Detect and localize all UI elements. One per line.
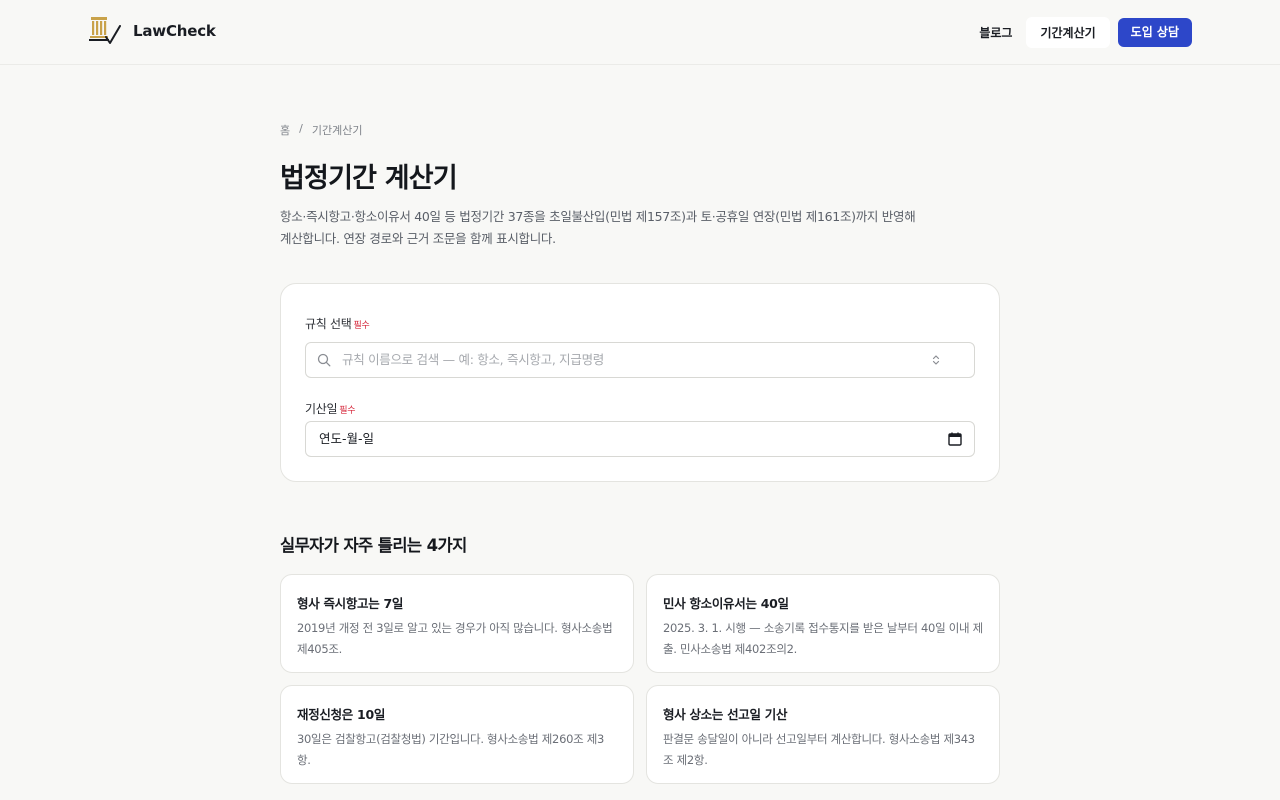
tip-card-body: 2025. 3. 1. 시행 — 소송기록 접수통지를 받은 날부터 40일 이… xyxy=(663,621,983,656)
page-title: 법정기간 계산기 xyxy=(280,163,458,194)
search-icon xyxy=(317,353,331,367)
nav-blog-link[interactable]: 블로그 xyxy=(965,17,1026,48)
rule-label-text: 규칙 선택 xyxy=(305,317,352,331)
start-date-value: 연도-월-일 xyxy=(319,431,375,446)
tip-card-title: 민사 항소이유서는 40일 xyxy=(663,596,789,611)
logo-text: LawCheck xyxy=(133,22,216,40)
tip-card-body: 2019년 개정 전 3일로 알고 있는 경우가 아직 많습니다. 형사소송법 … xyxy=(297,621,613,656)
rule-required-badge: 필수 xyxy=(353,321,370,331)
site-header: LawCheck 블로그 기간계산기 도입 상담 xyxy=(0,0,1280,65)
courthouse-check-icon xyxy=(89,17,121,44)
nav-calculator-link[interactable]: 기간계산기 xyxy=(1026,17,1110,48)
rule-select[interactable]: 규칙 이름으로 검색 — 예: 항소, 즉시항고, 지급명령 xyxy=(305,342,975,378)
start-date-input[interactable]: 연도-월-일 xyxy=(305,421,975,457)
tip-card-title: 형사 상소는 선고일 기산 xyxy=(663,707,788,722)
start-date-required-badge: 필수 xyxy=(339,406,356,416)
start-date-label-text: 기산일 xyxy=(305,402,338,416)
breadcrumb-separator: / xyxy=(299,122,303,135)
tip-card-title: 재정신청은 10일 xyxy=(297,707,386,722)
start-date-field-label: 기산일 필수 xyxy=(305,400,356,417)
logo[interactable]: LawCheck xyxy=(89,16,216,46)
breadcrumb-current: 기간계산기 xyxy=(311,124,363,137)
tip-card-body: 판결문 송달일이 아니라 선고일부터 계산합니다. 형사소송법 제343조 제2… xyxy=(663,732,975,767)
page-description: 항소·즉시항고·항소이유서 40일 등 법정기간 37종을 초일불산입(민법 제… xyxy=(280,209,916,246)
tip-card-title: 형사 즉시항고는 7일 xyxy=(297,596,404,611)
tip-card: 형사 상소는 선고일 기산 판결문 송달일이 아니라 선고일부터 계산합니다. … xyxy=(646,685,1000,784)
calendar-icon[interactable] xyxy=(948,432,962,446)
tip-card: 형사 즉시항고는 7일 2019년 개정 전 3일로 알고 있는 경우가 아직 … xyxy=(280,574,634,673)
tip-card: 민사 항소이유서는 40일 2025. 3. 1. 시행 — 소송기록 접수통지… xyxy=(646,574,1000,673)
rule-search-placeholder: 규칙 이름으로 검색 — 예: 항소, 즉시항고, 지급명령 xyxy=(342,352,604,367)
main-nav: 블로그 기간계산기 도입 상담 xyxy=(965,17,1192,48)
tips-section-title: 실무자가 자주 틀리는 4가지 xyxy=(280,536,467,555)
calculator-form-card: 규칙 선택 필수 규칙 이름으로 검색 — 예: 항소, 즉시항고, 지급명령 기… xyxy=(280,283,1000,482)
breadcrumb-home[interactable]: 홈 xyxy=(280,122,290,138)
rule-field-label: 규칙 선택 필수 xyxy=(305,315,370,332)
tip-card-body: 30일은 검찰항고(검찰청법) 기간입니다. 형사소송법 제260조 제3항. xyxy=(297,732,605,767)
breadcrumb: 홈 / 기간계산기 xyxy=(280,122,362,138)
chevron-up-down-icon xyxy=(932,355,940,365)
tip-card: 재정신청은 10일 30일은 검찰항고(검찰청법) 기간입니다. 형사소송법 제… xyxy=(280,685,634,784)
consultation-button[interactable]: 도입 상담 xyxy=(1117,18,1192,47)
